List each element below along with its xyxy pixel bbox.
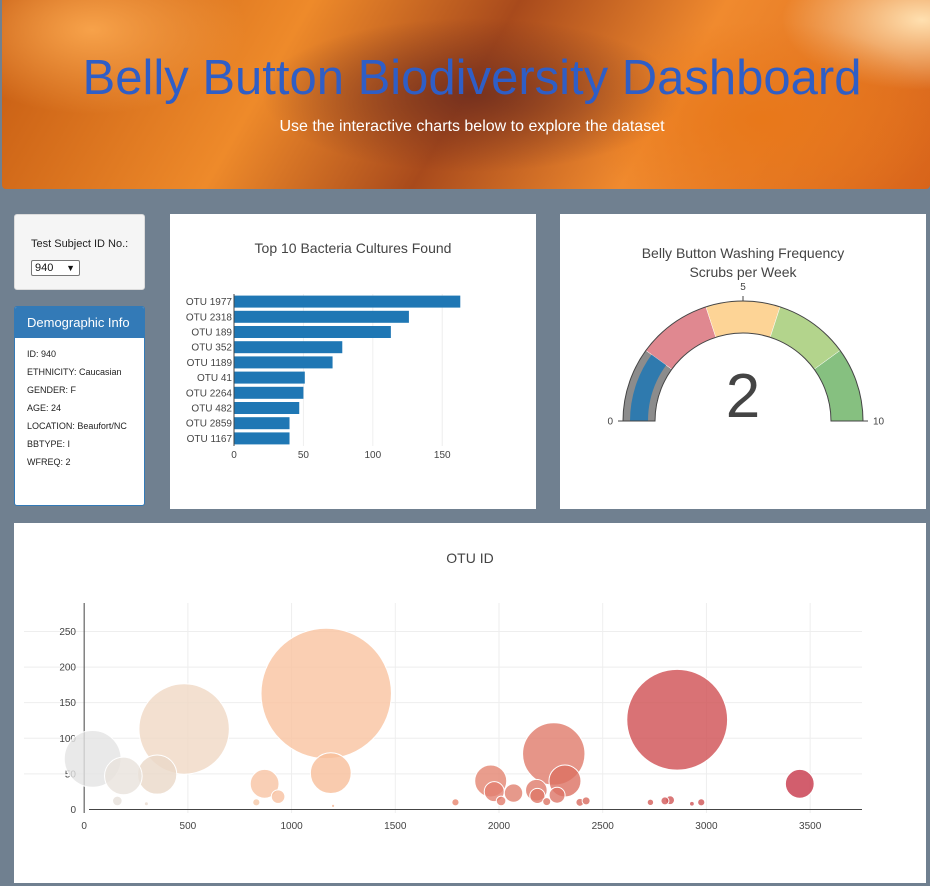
bubble-x-tick-label: 500 [180,821,197,832]
bar-category-label: OTU 189 [191,328,232,339]
bubble-mark [548,786,566,804]
gauge-subtitle: Scrubs per Week [689,264,797,280]
gauge-tick-label: 0 [607,417,613,428]
bar-mark [234,386,304,399]
demographic-info: ID: 940 ETHNICITY: Caucasian GENDER: F AGE:… [15,338,144,467]
bubble-chart-title: OTU ID [446,550,493,566]
gauge-tick-label: 10 [873,417,885,428]
bubble-mark [104,756,143,796]
bar-category-label: OTU 482 [191,404,232,415]
bubble-mark [137,754,178,795]
bar-category-label: OTU 1977 [186,297,233,308]
header-banner: Belly Button Biodiversity Dashboard Use … [2,0,930,189]
bubble-mark [451,798,460,807]
bar-x-tick-label: 0 [231,450,237,461]
bar-category-label: OTU 352 [191,343,232,354]
bar-x-tick-label: 100 [364,450,381,461]
demographic-row: ID: 940 [27,349,57,359]
demographic-row: GENDER: F [27,385,77,395]
bubble-chart-card: OTU ID0500100015002000250030003500050100… [14,523,926,883]
bar-x-tick-label: 50 [298,450,310,461]
bubble-mark [689,800,695,807]
bar-category-label: OTU 1189 [187,358,233,369]
bubble-mark [542,797,552,807]
bubble-y-tick-label: 0 [70,805,76,816]
gauge-value: 2 [726,362,760,431]
bubble-y-tick-label: 150 [59,698,76,709]
bubble-x-tick-label: 2500 [592,821,615,832]
bar-mark [234,295,461,308]
bar-mark [234,417,290,430]
bar-category-label: OTU 2859 [186,419,233,430]
gauge-chart[interactable]: Belly Button Washing Frequency Scrubs per… [560,214,926,509]
demographic-row: AGE: 24 [27,403,62,413]
bubble-x-tick-label: 1500 [384,821,407,832]
bubble-x-tick-label: 3000 [695,821,718,832]
bubble-y-tick-label: 200 [59,663,76,674]
bar-category-label: OTU 1167 [187,434,233,445]
demographic-panel-title: Demographic Info [15,307,144,338]
bar-mark [234,310,409,323]
gauge-chart-card: Belly Button Washing Frequency Scrubs per… [560,214,926,509]
subject-id-select[interactable]: 940 ▼ [31,260,80,276]
bubble-mark [581,796,591,806]
demographic-row: BBTYPE: I [27,439,71,449]
bubble-chart[interactable]: OTU ID0500100015002000250030003500050100… [14,523,926,883]
bubble-mark [626,668,729,771]
bubble-x-tick-label: 2000 [488,821,511,832]
subject-select-label: Test Subject ID No.: [31,238,129,250]
page-subtitle: Use the interactive charts below to expl… [279,118,665,135]
subject-id-value: 940 [35,262,54,274]
demographic-row: ETHNICITY: Caucasian [27,367,122,377]
bar-x-tick-label: 150 [434,450,451,461]
bubble-mark [330,803,336,808]
bar-mark [234,356,333,369]
bar-mark [234,341,343,354]
page-title: Belly Button Biodiversity Dashboard [82,51,862,105]
bubble-y-tick-label: 250 [59,627,76,638]
bubble-mark [270,789,286,804]
bar-mark [234,326,391,338]
bar-mark [234,371,305,384]
demographic-panel: Demographic Info ID: 940 ETHNICITY: Cauca… [14,306,145,506]
bubble-mark [660,796,670,806]
bubble-mark [495,795,507,807]
bubble-mark [784,768,815,799]
bubble-x-tick-label: 1000 [280,821,303,832]
bar-chart-card: Top 10 Bacteria Cultures Found 0 50 100 150 O… [170,214,536,509]
chevron-down-icon: ▼ [66,263,75,273]
bubble-mark [143,801,149,807]
bar-chart-title: Top 10 Bacteria Cultures Found [255,240,452,256]
gauge-band [705,300,781,338]
bar-mark [234,432,290,445]
bar-category-label: OTU 41 [197,373,232,384]
bubble-x-tick-label: 3500 [799,821,822,832]
demographic-row: LOCATION: Beaufort/NC [27,421,127,431]
bubble-mark [646,798,655,807]
subject-select-panel: Test Subject ID No.: 940 ▼ [14,214,145,290]
bar-category-label: OTU 2264 [186,388,233,399]
bubble-mark [112,795,123,807]
bubble-mark [503,783,524,803]
bar-category-label: OTU 2318 [186,312,233,323]
bubble-mark [252,798,261,807]
bubble-mark [697,798,706,807]
bubble-mark [309,752,352,795]
gauge-tick-label: 5 [740,282,746,293]
bar-mark [234,402,300,414]
gauge-title: Belly Button Washing Frequency [642,245,845,261]
bar-chart[interactable]: Top 10 Bacteria Cultures Found 0 50 100 150 O… [170,214,536,509]
demographic-row: WFREQ: 2 [27,457,71,467]
bubble-mark [260,627,392,760]
bubble-x-tick-label: 0 [81,821,87,832]
